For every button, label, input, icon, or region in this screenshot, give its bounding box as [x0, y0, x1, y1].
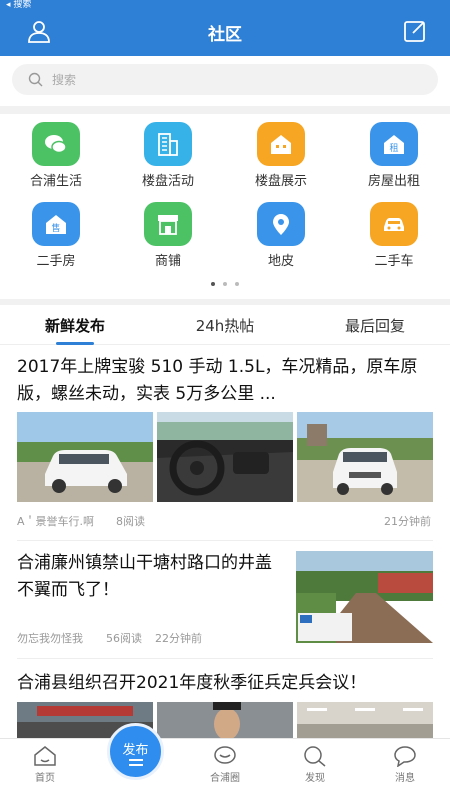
page-dot — [235, 282, 239, 286]
grid-item-label: 楼盘展示 — [254, 174, 307, 189]
feed-tabs: 新鲜发布 24h热帖 最后回复 — [0, 305, 450, 345]
house-icon — [271, 135, 291, 154]
location-pin-icon — [273, 214, 289, 235]
car-photo-image — [17, 412, 153, 502]
tile-bg — [257, 202, 305, 246]
page-dot-active — [211, 282, 215, 286]
section-divider — [0, 106, 450, 114]
grid-item-land[interactable]: 地皮 — [225, 194, 337, 274]
publish-label: 发布 — [122, 743, 149, 758]
post-views: 56阅读 — [106, 632, 142, 645]
grid-item-second-hand-house[interactable]: 售 二手房 — [0, 194, 112, 274]
nav-label: 消息 — [395, 773, 415, 784]
post-time: 22分钟前 — [155, 632, 202, 645]
bottom-nav: 首页 合浦圈 发现 消息 — [0, 738, 450, 800]
grid-item-label: 房屋出租 — [367, 174, 420, 189]
post-time: 21分钟前 — [384, 515, 431, 528]
publish-button[interactable]: 发布 — [107, 723, 164, 780]
post-photo[interactable] — [297, 702, 433, 738]
tab-latest[interactable]: 新鲜发布 — [0, 315, 150, 336]
search-input[interactable]: 搜索 — [12, 64, 438, 95]
grid-item-label: 地皮 — [267, 254, 294, 269]
search-placeholder: 搜索 — [52, 73, 77, 87]
building-icon — [158, 133, 178, 156]
nav-messages[interactable]: 消息 — [360, 739, 450, 800]
post-photo[interactable] — [157, 702, 293, 738]
tile-bg — [144, 202, 192, 246]
grid-item-shops[interactable]: 商铺 — [112, 194, 224, 274]
tile-bg — [370, 202, 418, 246]
post-title[interactable]: 2017年上牌宝骏 510 手动 1.5L，车况精品，原车原版，螺丝未动，实表 … — [17, 354, 437, 408]
grid-item-property-events[interactable]: 楼盘活动 — [112, 114, 224, 194]
grid-item-label: 合浦生活 — [29, 174, 82, 189]
car-front-photo-image — [297, 412, 433, 502]
post-title[interactable]: 合浦县组织召开2021年度秋季征兵定兵会议！ — [17, 670, 437, 697]
nav-label: 合浦圈 — [210, 773, 240, 784]
page-dot — [223, 282, 227, 286]
home-icon — [34, 746, 56, 766]
page-indicator — [0, 282, 450, 286]
grid-item-property-showcase[interactable]: 楼盘展示 — [225, 114, 337, 194]
new-post-button[interactable] — [402, 18, 428, 44]
status-back-link[interactable]: ◂ 搜索 — [6, 0, 31, 10]
grid-item-label: 楼盘活动 — [141, 174, 194, 189]
message-icon — [394, 746, 416, 767]
post-photo[interactable] — [297, 412, 433, 502]
post-photo[interactable] — [17, 412, 153, 502]
tab-last-reply[interactable]: 最后回复 — [300, 315, 450, 336]
post-photo[interactable] — [157, 412, 293, 502]
grid-item-label: 商铺 — [154, 254, 181, 269]
tile-bg — [32, 122, 80, 166]
publish-bar-icon — [129, 759, 143, 761]
shop-icon — [158, 215, 178, 235]
search-bar: 搜索 — [0, 56, 450, 106]
car-interior-image — [157, 412, 293, 502]
hall-photo-image — [297, 702, 433, 738]
grid-item-used-cars[interactable]: 二手车 — [338, 194, 450, 274]
tile-bg: 租 — [370, 122, 418, 166]
tab-24h-hot[interactable]: 24h热帖 — [150, 315, 300, 336]
grid-item-hepu-life[interactable]: 合浦生活 — [0, 114, 112, 194]
page-title: 社区 — [208, 25, 242, 45]
nav-label: 首页 — [35, 773, 55, 784]
nav-discover[interactable]: 发现 — [270, 739, 360, 800]
nav-label: 发现 — [305, 773, 325, 784]
category-grid: 合浦生活 楼盘活动 楼盘展示 租 房屋出租 售 二手房 商铺 地皮 二手车 — [0, 114, 450, 299]
top-bar: ◂ 搜索 社区 — [0, 0, 450, 56]
grid-item-label: 二手车 — [374, 254, 414, 269]
svg-text:售: 售 — [51, 222, 60, 234]
edit-icon — [404, 21, 425, 42]
post-divider — [17, 540, 433, 541]
tile-bg — [257, 122, 305, 166]
road-photo-image — [296, 551, 433, 643]
publish-bar-icon — [129, 764, 143, 766]
post-divider — [17, 658, 433, 659]
grid-item-rental[interactable]: 租 房屋出租 — [338, 114, 450, 194]
speaker-photo-image — [157, 702, 293, 738]
chat-bubble-icon — [45, 135, 67, 154]
post-author[interactable]: A＇景誉车行.啊 — [17, 513, 94, 529]
search-icon — [28, 72, 43, 87]
post-feed: 2017年上牌宝骏 510 手动 1.5L，车况精品，原车原版，螺丝未动，实表 … — [0, 346, 450, 738]
community-page: ◂ 搜索 社区 搜索 合浦生活 楼盘活动 楼盘展示 租 房屋出租 售 二手房 商… — [0, 0, 450, 800]
search-icon — [304, 746, 326, 767]
nav-home[interactable]: 首页 — [0, 739, 90, 800]
car-icon — [384, 218, 404, 231]
nav-hepu-circle[interactable]: 合浦圈 — [180, 739, 270, 800]
tile-bg — [144, 122, 192, 166]
post-views: 8阅读 — [116, 515, 145, 528]
sale-icon: 售 — [46, 215, 66, 234]
rent-icon: 租 — [384, 135, 404, 154]
circle-chat-icon — [214, 746, 236, 764]
post-author[interactable]: 勿忘我勿怪我 — [17, 630, 83, 646]
grid-item-label: 二手房 — [36, 254, 76, 269]
post-photo[interactable] — [296, 551, 433, 643]
active-tab-indicator — [56, 342, 94, 345]
svg-text:租: 租 — [389, 143, 398, 154]
post-title[interactable]: 合浦廉州镇禁山干塘村路口的井盖不翼而飞了！ — [17, 550, 282, 604]
tile-bg: 售 — [32, 202, 80, 246]
